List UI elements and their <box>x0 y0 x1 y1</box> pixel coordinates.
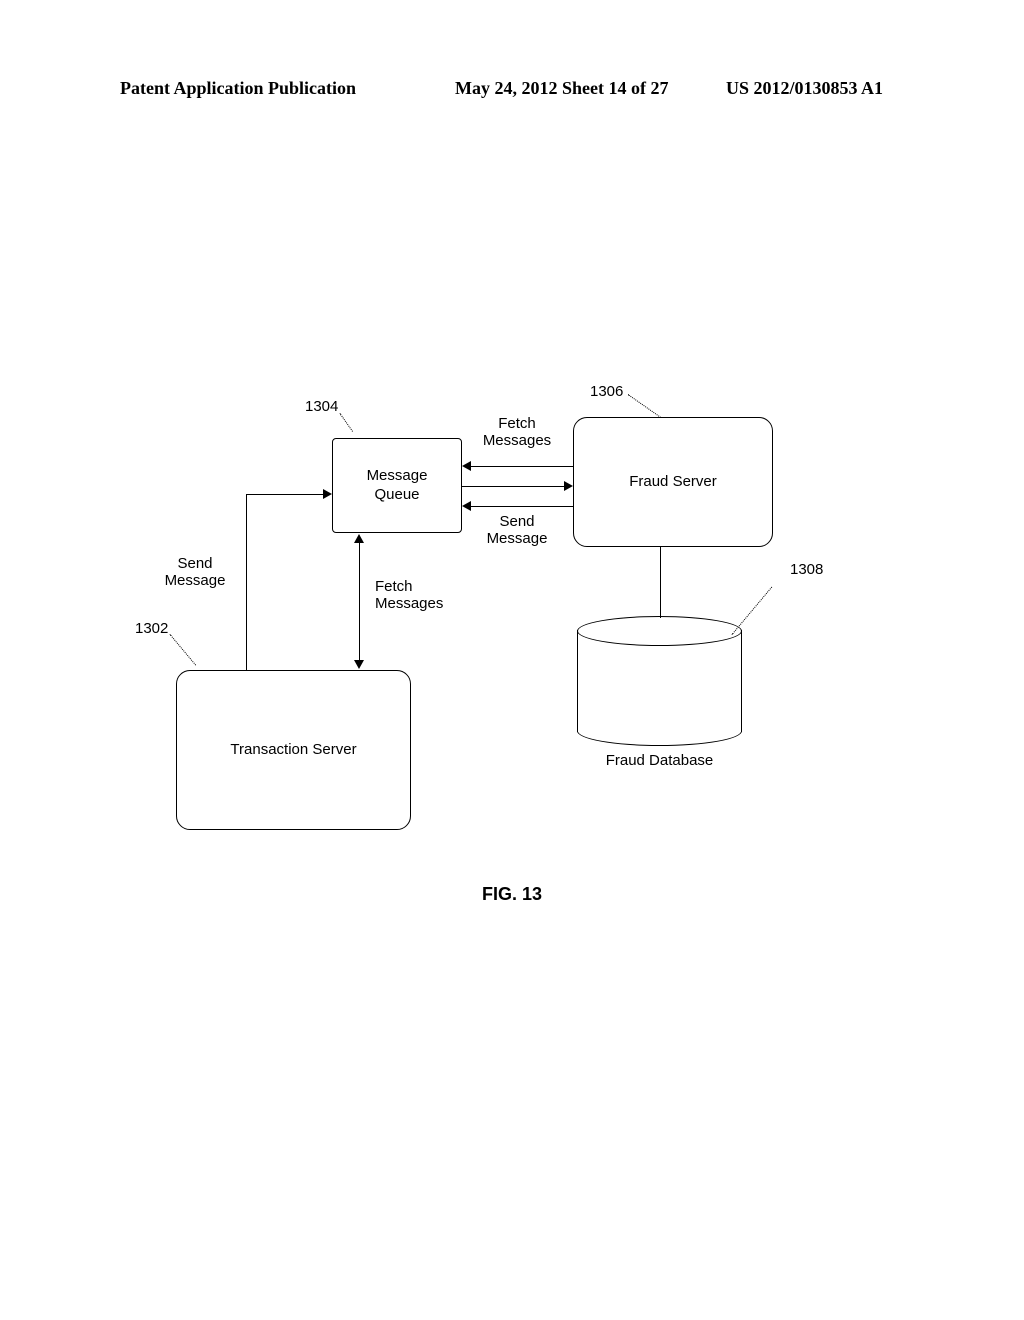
node-transaction-server-box: Transaction Server <box>176 670 411 830</box>
page: Patent Application Publication May 24, 2… <box>0 0 1024 1320</box>
arrowhead-ts-mq-fetch-up <box>354 534 364 543</box>
diagram: Message Queue Fraud Server Transaction S… <box>0 0 1024 1320</box>
label-ts-mq-send: Send Message <box>150 555 240 590</box>
node-message-queue-label: Message Queue <box>367 467 428 505</box>
edge-fs-db <box>660 547 661 618</box>
node-transaction-server: Transaction Server <box>176 670 411 830</box>
node-fraud-server-box: Fraud Server <box>573 417 773 547</box>
node-message-queue-box: Message Queue <box>332 438 462 533</box>
arrowhead-ts-mq-send <box>323 489 332 499</box>
node-fraud-database-label: Fraud Database <box>577 752 742 769</box>
arrowhead-mq-fs-mid <box>564 481 573 491</box>
label-mq-fs-send: Send Message <box>472 513 562 548</box>
arrowhead-mq-fs-fetch <box>462 461 471 471</box>
edge-mq-fs-fetch <box>471 466 573 467</box>
node-fraud-server: Fraud Server <box>573 417 773 547</box>
ref-1306-leader <box>628 394 661 418</box>
ref-1304-leader <box>340 413 353 432</box>
label-ts-mq-fetch: Fetch Messages <box>375 578 465 613</box>
node-message-queue: Message Queue <box>332 438 462 533</box>
ref-1308: 1308 <box>790 561 823 578</box>
figure-label: FIG. 13 <box>0 884 1024 905</box>
arrowhead-ts-mq-fetch-down <box>354 660 364 669</box>
cylinder-top-ellipse <box>577 616 742 646</box>
edge-mq-fs-send <box>471 506 573 507</box>
edge-mq-fs-mid <box>462 486 564 487</box>
ref-1302: 1302 <box>135 620 168 637</box>
edge-ts-mq-send-h <box>246 494 323 495</box>
node-transaction-server-label: Transaction Server <box>230 741 356 760</box>
ref-1302-leader <box>170 634 196 665</box>
cylinder-mask <box>578 717 741 731</box>
ref-1304: 1304 <box>305 398 338 415</box>
node-fraud-server-label: Fraud Server <box>629 473 717 492</box>
edge-ts-mq-send-v <box>246 494 247 670</box>
arrowhead-mq-fs-send <box>462 501 471 511</box>
ref-1308-leader <box>732 587 773 635</box>
label-mq-fs-fetch: Fetch Messages <box>472 415 562 450</box>
ref-1306: 1306 <box>590 383 623 400</box>
edge-ts-mq-fetch-v <box>359 543 360 660</box>
node-fraud-database <box>577 616 742 746</box>
